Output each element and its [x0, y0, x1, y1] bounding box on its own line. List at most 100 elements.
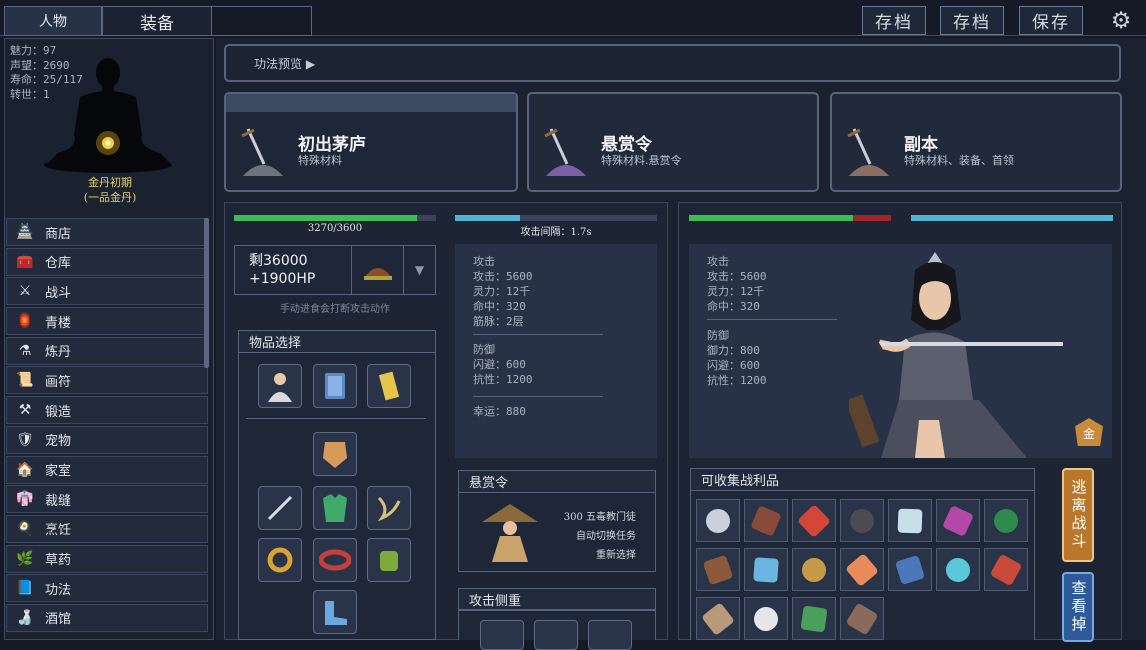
menu-icon: 🍶: [16, 609, 34, 626]
menu-item-4[interactable]: ⚗ 炼丹: [6, 336, 208, 365]
focus-option-2-icon[interactable]: [534, 620, 578, 650]
card-dungeon[interactable]: 副本 特殊材料、装备、首领: [830, 92, 1122, 192]
breadcrumb[interactable]: 功法预览 ▶: [224, 44, 1121, 82]
loot-shape: [702, 554, 734, 585]
tab-equipment[interactable]: 装备: [102, 6, 212, 36]
loot-item-icon[interactable]: [936, 548, 980, 591]
loot-item-icon[interactable]: [840, 597, 884, 640]
gear-icon[interactable]: ⚙: [1108, 8, 1134, 34]
head-equip-icon[interactable]: [313, 432, 357, 476]
enemy-defense-header: 防御: [707, 329, 729, 342]
realm-stage: 金丹初期: [88, 176, 132, 189]
belt-equip-icon[interactable]: [313, 538, 357, 582]
book-slot-icon[interactable]: [313, 364, 357, 408]
weapon-equip-icon[interactable]: [258, 486, 302, 530]
menu-item-6[interactable]: ⚒ 锻造: [6, 396, 208, 425]
enemy-accuracy: 命中：320: [707, 300, 760, 313]
glove-equip-icon[interactable]: [367, 538, 411, 582]
loot-item-icon[interactable]: [840, 499, 884, 542]
chevron-down-icon[interactable]: ▼: [403, 246, 435, 294]
loot-shape: [989, 553, 1023, 586]
menu-item-13[interactable]: 🍶 酒馆: [6, 603, 208, 632]
loot-item-icon[interactable]: [936, 499, 980, 542]
menu-label: 战斗: [45, 285, 72, 301]
loot-item-icon[interactable]: [744, 499, 788, 542]
enemy-rank-badge: 金: [1075, 418, 1103, 446]
menu-item-8[interactable]: 🏠 家室: [6, 455, 208, 484]
menu-item-9[interactable]: 👘 裁缝: [6, 485, 208, 514]
loot-item-icon[interactable]: [744, 597, 788, 640]
card-beginner[interactable]: 初出茅庐 特殊材料: [224, 92, 518, 192]
card-subtitle: 特殊材料: [298, 154, 342, 167]
card-subtitle: 特殊材料、装备、首领: [904, 154, 1014, 167]
menu-item-12[interactable]: 📘 功法: [6, 574, 208, 603]
loot-item-icon[interactable]: [696, 548, 740, 591]
menu-item-1[interactable]: 🧰 仓库: [6, 247, 208, 276]
sword-stone-icon: [241, 128, 283, 176]
boots-equip-icon[interactable]: [313, 590, 357, 634]
menu-item-0[interactable]: 🏯 商店: [6, 218, 208, 246]
menu-scrollbar[interactable]: [204, 218, 209, 368]
accessory-equip-icon[interactable]: [367, 486, 411, 530]
talisman-slot-icon[interactable]: [367, 364, 411, 408]
loot-item-icon[interactable]: [888, 548, 932, 591]
menu-icon: 👘: [16, 491, 34, 508]
food-remaining: 剩36000: [249, 253, 308, 269]
loot-item-icon[interactable]: [888, 499, 932, 542]
ring-equip-icon[interactable]: [258, 538, 302, 582]
menu-item-3[interactable]: 🏮 青楼: [6, 307, 208, 336]
menu-icon: 🌿: [16, 550, 34, 567]
bounty-auto-switch[interactable]: 自动切换任务: [548, 527, 636, 546]
view-drops-button[interactable]: 查看掉: [1062, 572, 1094, 642]
save-button-2[interactable]: 存档: [940, 6, 1004, 35]
menu-icon: 🛡: [16, 431, 34, 448]
attr-luck: 幸运：880: [473, 405, 526, 418]
loot-item-icon[interactable]: [984, 548, 1028, 591]
flee-battle-button[interactable]: 逃离战斗: [1062, 468, 1094, 562]
interval-fill: [455, 215, 520, 221]
attack-interval-text: 攻击间隔：1.7s: [520, 227, 592, 238]
card-bounty[interactable]: 悬赏令 特殊材料.悬赏令: [527, 92, 819, 192]
loot-item-icon[interactable]: [792, 499, 836, 542]
loot-shape: [797, 553, 831, 586]
menu-item-11[interactable]: 🌿 草药: [6, 544, 208, 573]
menu-item-5[interactable]: 📜 画符: [6, 366, 208, 395]
character-slot-icon[interactable]: [258, 364, 302, 408]
menu-item-7[interactable]: 🛡 宠物: [6, 425, 208, 454]
save-button-1[interactable]: 存档: [862, 6, 926, 35]
food-slot[interactable]: 剩36000 +1900HP ▼: [234, 245, 436, 295]
loot-item-icon[interactable]: [696, 597, 740, 640]
loot-item-icon[interactable]: [840, 548, 884, 591]
menu-label: 青楼: [45, 315, 72, 331]
attr-attack-header: 攻击: [473, 255, 495, 268]
loot-item-icon[interactable]: [792, 597, 836, 640]
loot-item-icon[interactable]: [984, 499, 1028, 542]
loot-shape: [897, 508, 923, 533]
attr-accuracy: 命中：320: [473, 300, 526, 313]
enemy-resist: 抗性：1200: [707, 374, 767, 387]
side-menu: 🏯 商店 🧰 仓库 ⚔ 战斗 🏮 青楼 ⚗ 炼丹 📜 画符 ⚒ 锻造 🛡 宠物 🏠 家室 👘 裁缝 🍳 烹饪 🌿 草药 📘 功法 🍶…: [6, 218, 208, 634]
loot-shape: [845, 602, 879, 635]
enemy-attack-header: 攻击: [707, 255, 729, 268]
loot-item-icon[interactable]: [696, 499, 740, 542]
focus-option-1-icon[interactable]: [480, 620, 524, 650]
menu-item-2[interactable]: ⚔ 战斗: [6, 277, 208, 306]
loot-shape: [846, 504, 878, 537]
loot-item-icon[interactable]: [792, 548, 836, 591]
focus-option-3-icon[interactable]: [588, 620, 632, 650]
save-button-3[interactable]: 保存: [1019, 6, 1083, 35]
loot-shape: [753, 556, 779, 583]
loot-item-icon[interactable]: [744, 548, 788, 591]
menu-label: 画符: [45, 374, 72, 390]
enemy-swordswoman-portrait: [849, 252, 1063, 458]
menu-item-10[interactable]: 🍳 烹饪: [6, 514, 208, 543]
food-heal: +1900HP: [249, 271, 316, 287]
divider: [473, 334, 603, 335]
menu-icon: ⚗: [18, 342, 32, 359]
loot-shape: [701, 601, 735, 636]
armor-equip-icon[interactable]: [313, 486, 357, 530]
tab-character[interactable]: 人物: [4, 6, 102, 36]
player-attributes: 攻击 攻击：5600 灵力：12千 命中：320 筋脉：2层 防御 闪避：600…: [455, 244, 657, 458]
menu-label: 烹饪: [45, 523, 72, 539]
bounty-reselect[interactable]: 重新选择: [548, 546, 636, 565]
